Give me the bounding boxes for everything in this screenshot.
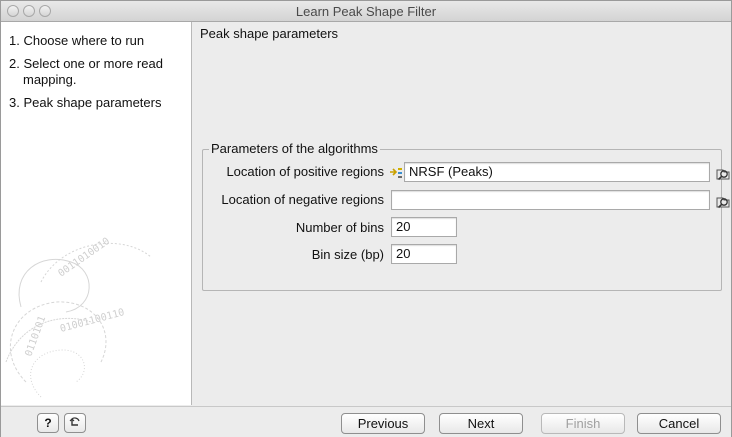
window-title: Learn Peak Shape Filter (295, 4, 437, 19)
group-title: Parameters of the algorithms (209, 141, 380, 156)
svg-text:0011010010: 0011010010 (56, 236, 112, 280)
step-peak-shape-parameters: 3. Peak shape parameters (9, 95, 162, 110)
binary-swirl-decoration: 0011010010 0110101 01001100110 (5, 236, 152, 398)
previous-button[interactable]: Previous (341, 413, 425, 434)
cancel-button[interactable]: Cancel (637, 413, 721, 434)
positive-regions-field[interactable]: NRSF (Peaks) (404, 162, 710, 182)
title-bar: Learn Peak Shape Filter (1, 1, 731, 22)
step-choose-where-to-run: 1. Choose where to run (9, 33, 145, 48)
negative-regions-field[interactable] (391, 190, 710, 210)
wizard-steps-sidebar: 1. Choose where to run 2. Select one or … (1, 22, 192, 405)
reset-button[interactable] (64, 413, 86, 433)
browse-folder-icon[interactable] (714, 164, 732, 182)
bin-size-label: Bin size (bp) (311, 247, 384, 262)
svg-text:0110101: 0110101 (23, 315, 48, 358)
next-button[interactable]: Next (439, 413, 523, 434)
dialog-window: Learn Peak Shape Filter 1. Choose where … (0, 0, 732, 437)
help-button[interactable]: ? (37, 413, 59, 433)
step-select-read-mapping: 2. Select one or more read (9, 56, 163, 71)
number-of-bins-field[interactable]: 20 (391, 217, 457, 237)
step-select-read-mapping-cont: mapping. (23, 72, 77, 87)
browse-folder-icon[interactable] (714, 192, 732, 210)
number-of-bins-label: Number of bins (295, 220, 384, 235)
question-icon: ? (44, 416, 52, 430)
dialog-footer: ? Previous Next Finish Cancel (1, 406, 731, 437)
peak-track-icon (390, 168, 402, 178)
bin-size-field[interactable]: 20 (391, 244, 457, 264)
negative-regions-label: Location of negative regions (221, 192, 384, 207)
finish-button[interactable]: Finish (541, 413, 625, 434)
algorithm-parameters-group: Parameters of the algorithms Location of… (202, 141, 730, 291)
page-title: Peak shape parameters (200, 26, 339, 41)
positive-regions-label: Location of positive regions (226, 164, 384, 179)
main-content: Peak shape parameters Parameters of the … (192, 22, 731, 405)
reset-arrow-icon (69, 417, 80, 426)
